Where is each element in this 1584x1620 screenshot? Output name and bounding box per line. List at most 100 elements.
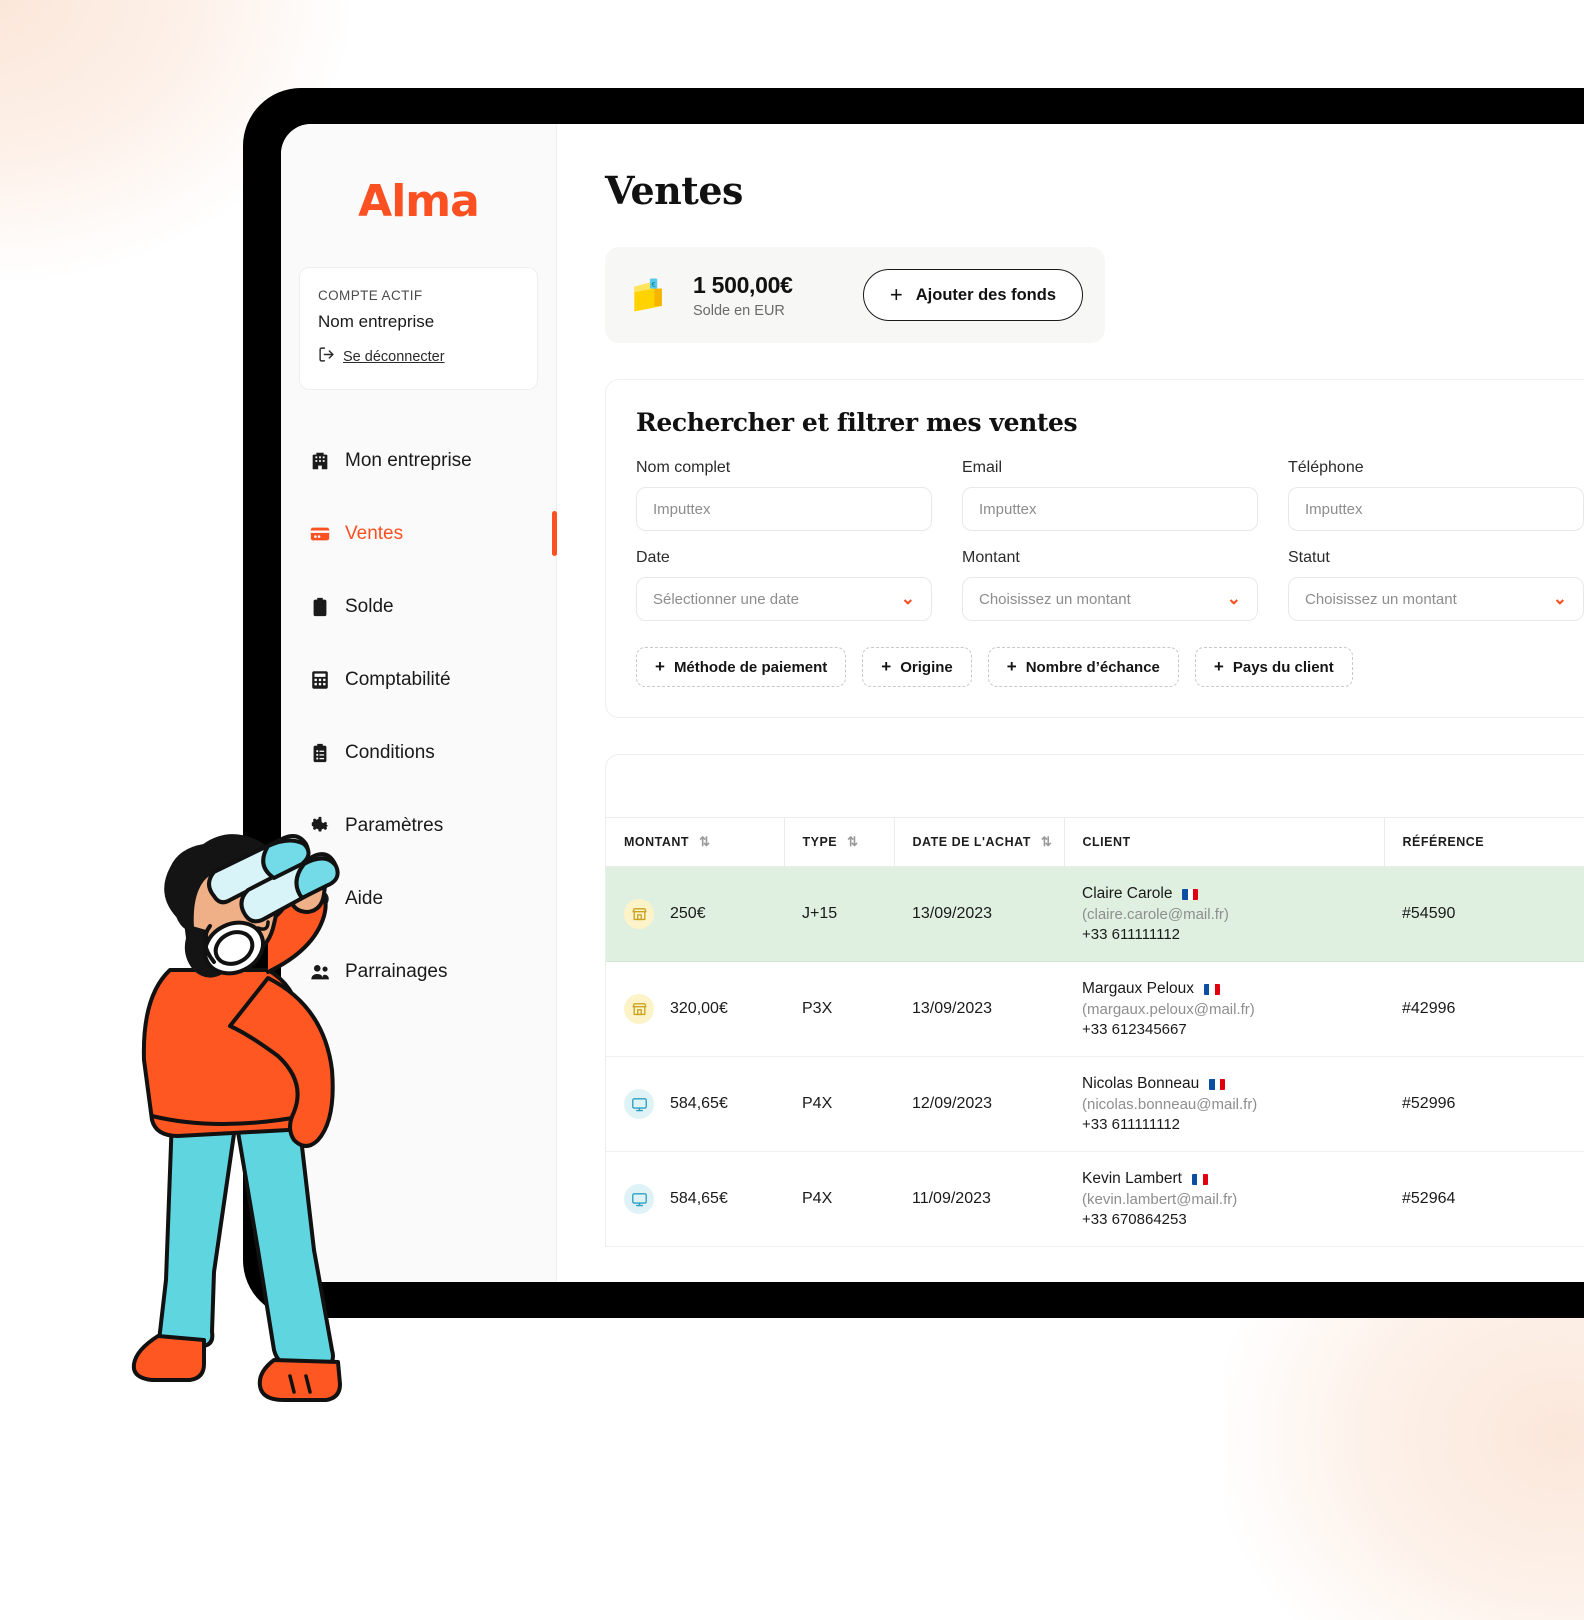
calculator-icon [309,669,331,691]
sidebar-item-conditions[interactable]: Conditions [281,716,556,789]
plus-icon: + [1006,657,1017,676]
balance-card: € 1 500,00€ Solde en EUR + Ajouter des f… [605,247,1105,343]
table-row[interactable]: 320,00€ P3X 13/09/2023 Margaux Peloux (m… [606,961,1584,1057]
main-content: Ventes € 1 500,00€ Solde en EUR + Ajoute… [557,124,1584,1282]
table-header-row: MONTANT ⇅ TYPE ⇅ DATE DE L'ACHAT ⇅ CLIENT R… [606,817,1584,867]
balance-amount: 1 500,00€ [693,271,793,298]
field-label: Date [636,549,670,566]
sidebar-item-label: Conditions [345,741,435,763]
col-label: TYPE [802,835,838,849]
clipboard-icon [309,596,331,618]
account-company-name: Nom entreprise [318,312,435,331]
sidebar-item-label: Comptabilité [345,668,451,690]
client-email: (nicolas.bonneau@mail.fr) [1082,1096,1258,1113]
field-label: Email [962,459,1003,476]
sidebar-item-comptabilite[interactable]: Comptabilité [281,643,556,716]
sort-icon[interactable]: ⇅ [699,834,710,850]
account-card: COMPTE ACTIF Nom entreprise Se déconnect… [299,267,538,390]
cell-type: P4X [784,1151,894,1247]
telephone-input[interactable]: Imputtex [1288,487,1584,531]
cell-date: 11/09/2023 [894,1151,1064,1247]
client-name: Kevin Lambert [1082,1170,1182,1187]
sidebar-item-ventes[interactable]: Ventes [281,497,557,570]
illustration-person-with-binoculars [118,820,378,1425]
france-flag-icon [1204,983,1220,995]
client-email: (claire.carole@mail.fr) [1082,906,1229,923]
plus-icon: + [889,282,903,307]
logout-button[interactable]: Se déconnecter [318,346,519,367]
chevron-down-icon: ⌄ [1226,589,1241,608]
filter-title: Rechercher et filtrer mes ventes [636,408,1078,437]
amount-value: 320,00€ [670,1000,728,1017]
col-label: CLIENT [1082,835,1131,849]
sidebar-item-mon-entreprise[interactable]: Mon entreprise [281,424,556,497]
cell-reference: #52996 [1384,1056,1584,1152]
table-row[interactable]: 584,65€ P4X 11/09/2023 Kevin Lambert (ke… [606,1151,1584,1247]
balance-subtitle: Solde en EUR [693,302,785,319]
chip-label: Méthode de paiement [673,658,828,676]
cell-reference: #42996 [1384,961,1584,1057]
cell-montant: 584,65€ [606,1151,784,1247]
checklist-icon [309,742,331,764]
cell-montant: 320,00€ [606,961,784,1057]
monitor-icon [624,1184,654,1214]
table-head: MONTANT ⇅ TYPE ⇅ DATE DE L'ACHAT ⇅ CLIENT R… [606,817,1584,867]
table-row[interactable]: 250€ J+15 13/09/2023 Claire Carole (clai… [606,866,1584,962]
balance-text-group: 1 500,00€ Solde en EUR [693,272,793,319]
cell-date: 13/09/2023 [894,866,1064,962]
store-icon [624,899,654,929]
email-input[interactable]: Imputtex [962,487,1258,531]
col-date-achat[interactable]: DATE DE L'ACHAT ⇅ [894,817,1065,867]
statut-select[interactable]: Choisissez un montant ⌄ [1288,577,1584,621]
filter-card: Rechercher et filtrer mes ventes Nom com… [605,379,1584,718]
chip-label: Pays du client [1232,658,1334,676]
sort-icon[interactable]: ⇅ [1041,834,1052,850]
col-label: DATE DE L'ACHAT [912,835,1031,849]
chip-nombre-echance[interactable]: + Nombre d’échance [987,647,1179,687]
chip-pays-du-client[interactable]: + Pays du client [1194,647,1353,687]
sort-icon[interactable]: ⇅ [847,834,858,850]
chip-methode-de-paiement[interactable]: + Méthode de paiement [636,647,847,687]
add-funds-button[interactable]: + Ajouter des fonds [862,269,1083,321]
plus-icon: + [655,657,665,676]
montant-select[interactable]: Choisissez un montant ⌄ [962,577,1258,621]
cell-reference: #52964 [1384,1151,1584,1247]
cell-montant: 250€ [606,866,784,962]
cell-type: P4X [784,1056,894,1152]
nom-complet-input[interactable]: Imputtex [636,487,932,531]
filter-field-nom-complet: Nom complet Imputtex [636,459,932,531]
col-type[interactable]: TYPE ⇅ [784,817,895,867]
sidebar-item-label: Mon entreprise [345,449,472,471]
svg-text:€: € [652,280,656,289]
amount-value: 250€ [670,905,706,922]
sales-table: MONTANT ⇅ TYPE ⇅ DATE DE L'ACHAT ⇅ CLIENT R… [606,817,1584,1247]
field-value: Sélectionner une date [653,590,799,608]
sidebar-item-label: Ventes [345,522,404,544]
table-toolbar-space [606,755,1584,817]
cell-client: Kevin Lambert (kevin.lambert@mail.fr) +3… [1064,1151,1384,1247]
field-label: Téléphone [1288,459,1364,476]
sidebar-item-solde[interactable]: Solde [281,570,556,643]
col-montant[interactable]: MONTANT ⇅ [606,817,785,867]
field-placeholder: Imputtex [653,500,711,518]
field-placeholder: Imputtex [979,500,1037,518]
field-value: Choisissez un montant [1305,590,1457,608]
account-active-label: COMPTE ACTIF [318,288,423,303]
credit-card-icon [309,523,331,545]
brand-logo: Alma [358,176,480,227]
col-client: CLIENT [1064,817,1385,867]
date-select[interactable]: Sélectionner une date ⌄ [636,577,932,621]
field-placeholder: Imputtex [1305,500,1363,518]
filter-grid: Nom complet Imputtex Email Imputtex Télé… [636,459,1584,621]
chip-origine[interactable]: + Origine [862,647,972,687]
field-label: Montant [962,549,1020,566]
filter-chips: + Méthode de paiement + Origine + Nombre… [636,647,1584,687]
table-row[interactable]: 584,65€ P4X 12/09/2023 Nicolas Bonneau (… [606,1056,1584,1152]
field-label: Nom complet [636,459,731,476]
field-value: Choisissez un montant [979,590,1131,608]
col-label: MONTANT [624,835,690,849]
filter-field-montant: Montant Choisissez un montant ⌄ [962,549,1258,621]
chevron-down-icon: ⌄ [900,589,915,608]
logout-icon [318,346,335,367]
store-icon [624,994,654,1024]
